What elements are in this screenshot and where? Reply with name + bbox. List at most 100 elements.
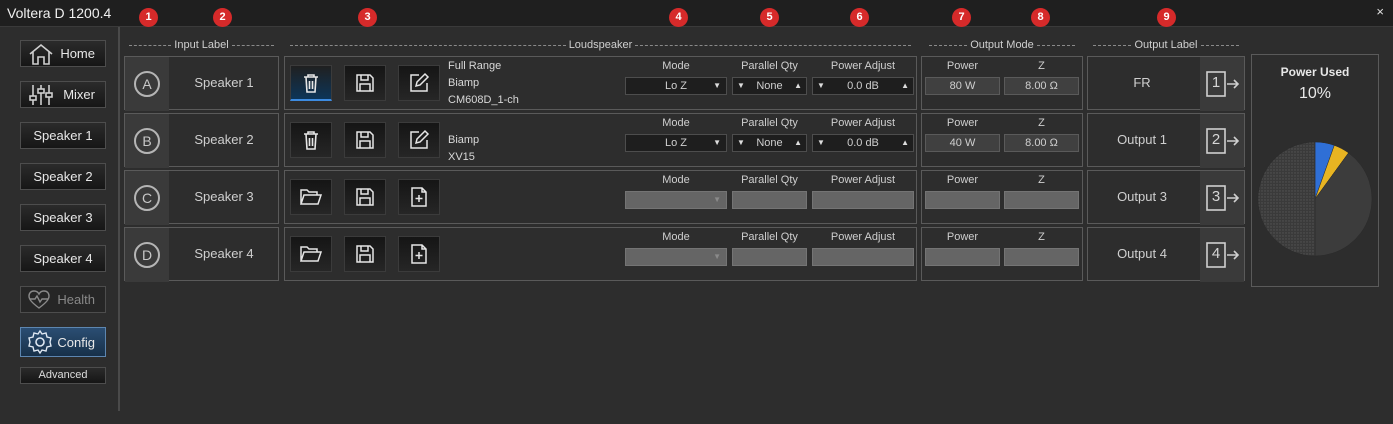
- input-label-panel-a: A Speaker 1: [124, 56, 279, 111]
- save-button[interactable]: [344, 236, 386, 272]
- save-button[interactable]: [344, 179, 386, 215]
- save-icon: [355, 73, 375, 93]
- decrement-icon[interactable]: ▼: [817, 78, 825, 94]
- output-number-tile[interactable]: 2: [1200, 114, 1244, 168]
- close-icon[interactable]: ×: [1376, 4, 1384, 19]
- output-label-panel-a: FR 1: [1087, 56, 1245, 111]
- output-label-field[interactable]: Output 3: [1088, 189, 1196, 204]
- output-mode-panel-d: Power Z: [921, 227, 1083, 281]
- input-label-field[interactable]: Speaker 3: [169, 189, 279, 204]
- increment-icon[interactable]: ▲: [794, 78, 802, 94]
- home-button[interactable]: Home: [20, 40, 106, 67]
- z-label: Z: [1038, 174, 1045, 186]
- power-used-title: Power Used: [1280, 65, 1350, 79]
- sidebar-speaker-4-button[interactable]: Speaker 4: [20, 245, 106, 272]
- channel-letter-tile: C: [125, 171, 169, 225]
- power-adjust-stepper[interactable]: ▼ 0.0 dB ▲: [812, 134, 914, 152]
- input-label-panel-c: C Speaker 3: [124, 170, 279, 225]
- section-output-label: Output Label: [1087, 39, 1245, 51]
- health-button[interactable]: Health: [20, 286, 106, 313]
- output-number-tile[interactable]: 3: [1200, 171, 1244, 225]
- power-used-value: 10%: [1298, 85, 1332, 102]
- output-number-tile[interactable]: 1: [1200, 57, 1244, 111]
- input-label-field[interactable]: Speaker 1: [169, 75, 279, 90]
- power-label: Power: [946, 174, 979, 186]
- loudspeaker-info-line: CM608D_1-ch: [448, 94, 519, 106]
- z-value: 8.00 Ω: [1004, 134, 1079, 152]
- increment-icon[interactable]: ▲: [794, 135, 802, 151]
- parallel-qty-stepper[interactable]: [732, 248, 807, 266]
- new-file-button[interactable]: [398, 236, 440, 272]
- mode-dropdown[interactable]: ▼: [625, 191, 727, 209]
- folder-open-button[interactable]: [290, 236, 332, 272]
- output-label-field[interactable]: FR: [1088, 75, 1196, 90]
- power-adjust-label: Power Adjust: [830, 174, 896, 186]
- folder-open-icon: [299, 244, 323, 264]
- loudspeaker-panel-b: Biamp XV15 Mode Parallel Qty Power Adjust …: [284, 113, 917, 167]
- trash-icon: [301, 72, 321, 94]
- output-mode-panel-c: Power Z: [921, 170, 1083, 224]
- parallel-qty-stepper[interactable]: ▼ None ▲: [732, 77, 807, 95]
- save-button[interactable]: [344, 65, 386, 101]
- dropdown-arrow-icon: ▼: [713, 81, 721, 90]
- decrement-icon[interactable]: ▼: [737, 135, 745, 151]
- section-loudspeaker: Loudspeaker: [284, 39, 917, 51]
- mode-label: Mode: [662, 174, 690, 186]
- input-label-field[interactable]: Speaker 2: [169, 132, 279, 147]
- output-number: 1: [1211, 74, 1221, 91]
- mode-label: Mode: [662, 117, 690, 129]
- sidebar-speaker-1-button[interactable]: Speaker 1: [20, 122, 106, 149]
- power-adjust-label: Power Adjust: [830, 117, 896, 129]
- new-file-button[interactable]: [398, 179, 440, 215]
- output-number-tile[interactable]: 4: [1200, 228, 1244, 282]
- sidebar-speaker-2-button[interactable]: Speaker 2: [20, 163, 106, 190]
- power-adjust-stepper[interactable]: [812, 191, 914, 209]
- save-button[interactable]: [344, 122, 386, 158]
- dropdown-arrow-icon: ▼: [713, 195, 721, 204]
- z-label: Z: [1038, 231, 1045, 243]
- power-label: Power: [946, 60, 979, 72]
- mixer-button[interactable]: Mixer: [20, 81, 106, 108]
- decrement-icon[interactable]: ▼: [817, 135, 825, 151]
- increment-icon[interactable]: ▲: [901, 135, 909, 151]
- trash-button[interactable]: [290, 122, 332, 158]
- power-adjust-value: 0.0 dB: [847, 137, 879, 149]
- decrement-icon[interactable]: ▼: [737, 78, 745, 94]
- badge-2: 2: [213, 8, 232, 27]
- dropdown-arrow-icon: ▼: [713, 138, 721, 147]
- edit-button[interactable]: [398, 122, 440, 158]
- sidebar-speaker-3-button[interactable]: Speaker 3: [20, 204, 106, 231]
- parallel-qty-value: None: [756, 137, 783, 149]
- power-adjust-value: 0.0 dB: [847, 80, 879, 92]
- loudspeaker-info-line: Biamp: [448, 77, 480, 89]
- input-label-field[interactable]: Speaker 4: [169, 246, 279, 261]
- mode-dropdown[interactable]: Lo Z ▼: [625, 77, 727, 95]
- home-icon: [29, 43, 53, 65]
- output-label-field[interactable]: Output 1: [1088, 132, 1196, 147]
- heart-pulse-icon: [28, 289, 50, 309]
- badge-6: 6: [850, 8, 869, 27]
- mode-value: Lo Z: [664, 137, 687, 149]
- parallel-qty-stepper[interactable]: ▼ None ▲: [732, 134, 807, 152]
- mode-dropdown[interactable]: ▼: [625, 248, 727, 266]
- pie-slice-available: [1257, 141, 1316, 257]
- power-adjust-label: Power Adjust: [830, 231, 896, 243]
- save-icon: [355, 187, 375, 207]
- edit-button[interactable]: [398, 65, 440, 101]
- advanced-button[interactable]: Advanced: [20, 367, 106, 384]
- power-label: Power: [946, 231, 979, 243]
- parallel-qty-stepper[interactable]: [732, 191, 807, 209]
- folder-open-button[interactable]: [290, 179, 332, 215]
- power-adjust-stepper[interactable]: [812, 248, 914, 266]
- save-icon: [355, 244, 375, 264]
- loudspeaker-panel-a: Full Range Biamp CM608D_1-ch Mode Parallel …: [284, 56, 917, 110]
- output-label-field[interactable]: Output 4: [1088, 246, 1196, 261]
- config-button[interactable]: Config: [20, 327, 106, 357]
- mode-value: Lo Z: [664, 80, 687, 92]
- parallel-qty-label: Parallel Qty: [741, 231, 798, 243]
- trash-button[interactable]: [290, 65, 332, 101]
- z-value: [1004, 248, 1079, 266]
- power-adjust-stepper[interactable]: ▼ 0.0 dB ▲: [812, 77, 914, 95]
- mode-dropdown[interactable]: Lo Z ▼: [625, 134, 727, 152]
- increment-icon[interactable]: ▲: [901, 78, 909, 94]
